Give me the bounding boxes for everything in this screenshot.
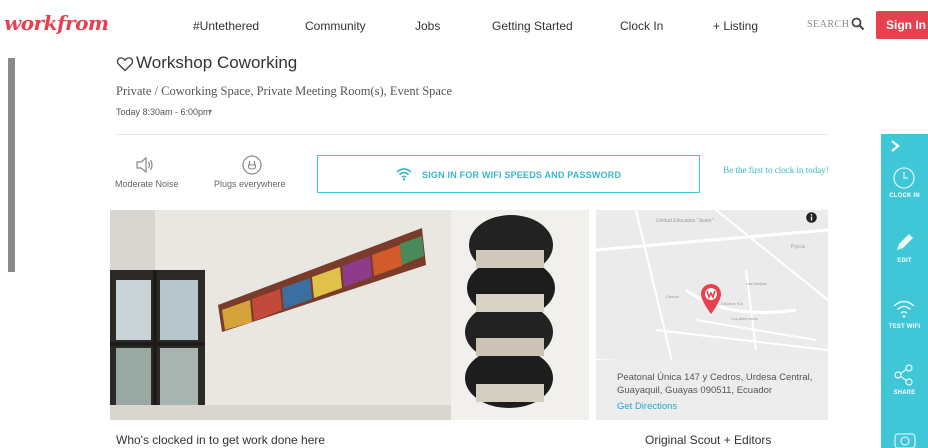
camera-icon[interactable] xyxy=(893,428,917,448)
wifi-signin-label: SIGN IN FOR WIFI SPEEDS AND PASSWORD xyxy=(422,170,622,180)
record-shelf-photo[interactable] xyxy=(451,210,589,420)
listing-title: Workshop Coworking xyxy=(136,53,298,72)
map-marker-icon[interactable] xyxy=(699,283,723,315)
search-icon[interactable] xyxy=(851,17,865,31)
amenity-plugs-label: Plugs everywhere xyxy=(214,179,286,189)
get-directions-link[interactable]: Get Directions xyxy=(617,400,677,413)
top-header: workfrom #Untethered Community Jobs Gett… xyxy=(0,0,928,52)
wifi-signin-button[interactable]: SIGN IN FOR WIFI SPEEDS AND PASSWORD xyxy=(317,155,700,193)
map-label-street-2: Ciruelos Sur xyxy=(721,301,744,306)
listing-categories: Private / Coworking Space, Private Meeti… xyxy=(116,84,453,98)
who-clocked-in-heading: Who's clocked in to get work done here xyxy=(116,433,326,447)
share-icon xyxy=(894,364,913,386)
workspace-photo-illustration xyxy=(110,210,451,420)
heart-icon[interactable] xyxy=(116,55,134,73)
wifi-icon xyxy=(396,168,412,181)
plug-icon xyxy=(242,155,262,175)
nav-untethered[interactable]: #Untethered xyxy=(193,18,259,34)
map-address: Peatonal Única 147 y Cedros, Urdesa Cent… xyxy=(617,372,813,396)
chevron-down-icon[interactable]: ▾ xyxy=(208,106,212,118)
map-label-street-4: Cedros xyxy=(666,294,679,299)
divider xyxy=(116,134,828,135)
info-icon[interactable] xyxy=(806,212,817,223)
map-label-school: Unidad Educativa "Javier" xyxy=(656,218,714,224)
workspace-photo[interactable] xyxy=(110,210,451,420)
amenity-noise-label: Moderate Noise xyxy=(115,179,179,189)
clock-in-prompt[interactable]: Be the first to clock in today! xyxy=(708,164,844,176)
nav-jobs[interactable]: Jobs xyxy=(415,18,440,34)
map-label-street-1: Las Monjas xyxy=(746,281,766,286)
action-sidebar: CLOCK IN EDIT TEST WIFI SHARE xyxy=(881,134,928,448)
clock-icon xyxy=(893,167,915,189)
search-label[interactable]: SEARCH xyxy=(807,19,849,30)
pencil-icon xyxy=(897,234,913,250)
wifi-icon xyxy=(893,300,915,318)
nav-community[interactable]: Community xyxy=(305,18,366,34)
sign-in-button[interactable]: Sign In xyxy=(876,11,928,39)
left-scroll-strip xyxy=(8,58,15,272)
map-label-street-3: Los Almendros xyxy=(731,316,757,321)
map-label-pycca: Pycca xyxy=(791,244,805,250)
share-label: SHARE xyxy=(893,390,916,396)
scout-editors-heading: Original Scout + Editors xyxy=(645,433,772,447)
edit-label: EDIT xyxy=(897,258,912,264)
nav-clock-in[interactable]: Clock In xyxy=(620,18,663,34)
nav-getting-started[interactable]: Getting Started xyxy=(492,18,573,34)
opening-hours[interactable]: Today 8:30am - 6:00pm xyxy=(116,106,211,118)
record-shelf-illustration xyxy=(451,210,589,420)
speaker-icon xyxy=(136,156,153,174)
clock-in-label: CLOCK IN xyxy=(889,193,920,199)
test-wifi-label: TEST WIFI xyxy=(888,324,921,330)
workfrom-logo[interactable]: workfrom xyxy=(4,10,109,36)
chevron-right-icon[interactable] xyxy=(890,140,900,152)
nav-add-listing[interactable]: + Listing xyxy=(713,18,758,34)
